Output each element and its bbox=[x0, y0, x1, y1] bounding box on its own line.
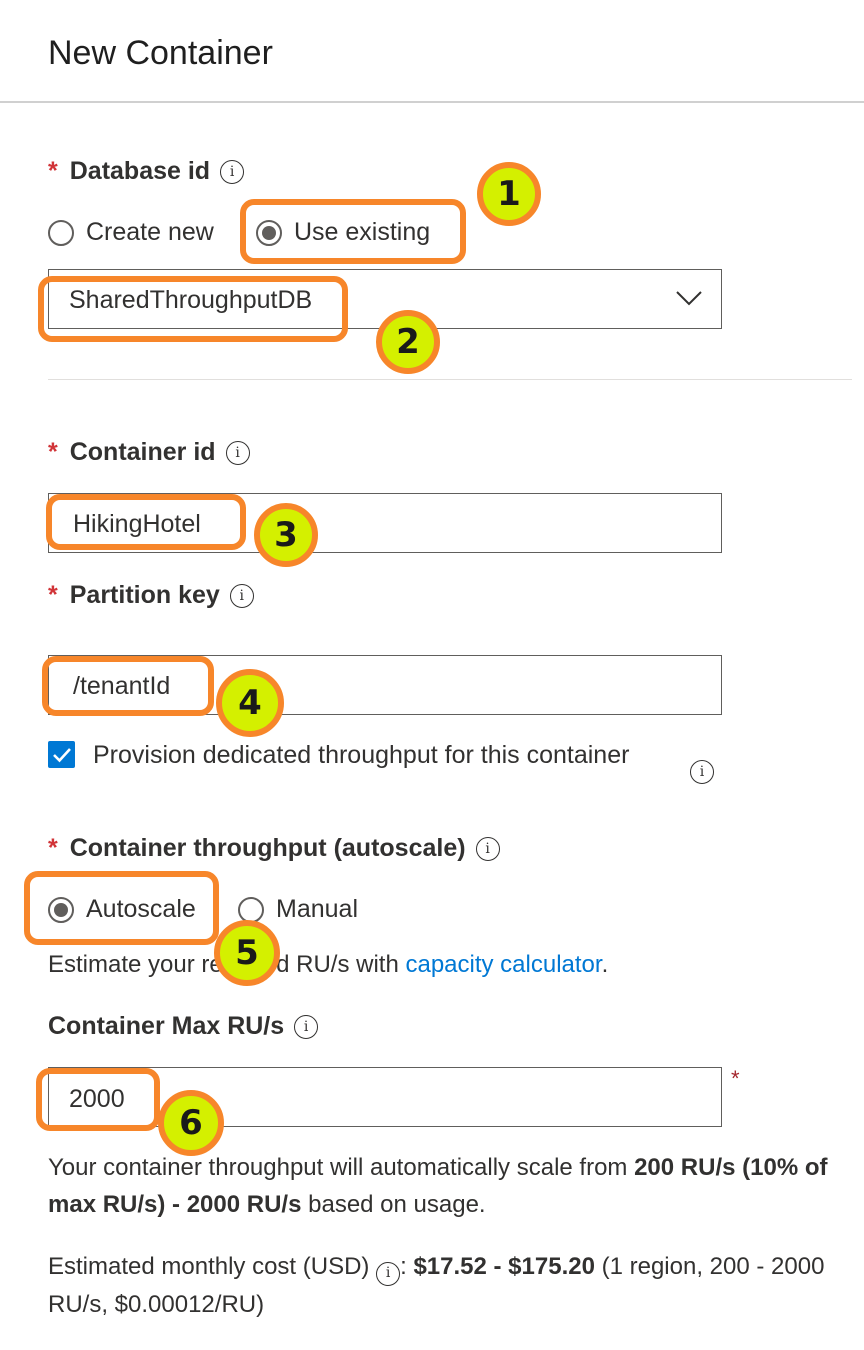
required-marker: * bbox=[48, 438, 58, 466]
radio-create-new[interactable]: Create new bbox=[48, 218, 214, 247]
autoscale-description: Your container throughput will automatic… bbox=[48, 1149, 848, 1223]
step-badge-2: 2 bbox=[376, 310, 440, 374]
radio-create-new-label: Create new bbox=[86, 218, 214, 246]
cost-colon: : bbox=[400, 1253, 414, 1280]
partition-key-label-text: Partition key bbox=[69, 581, 220, 609]
step-badge-5: 5 bbox=[214, 920, 280, 986]
database-id-label-text: Database id bbox=[69, 157, 211, 185]
scale-suffix: based on usage. bbox=[301, 1191, 486, 1218]
radio-unchecked-icon[interactable] bbox=[238, 896, 264, 923]
highlight-use-existing bbox=[240, 199, 466, 264]
cost-prefix: Estimated monthly cost (USD) bbox=[48, 1253, 377, 1280]
provision-label: Provision dedicated throughput for this … bbox=[93, 741, 630, 769]
info-icon[interactable]: i bbox=[376, 1261, 401, 1286]
highlight-autoscale bbox=[24, 871, 219, 945]
required-marker: * bbox=[48, 581, 58, 609]
info-icon[interactable]: i bbox=[690, 760, 714, 784]
estimate-text: Estimate your required RU/s with capacit… bbox=[48, 951, 608, 979]
header-divider bbox=[0, 101, 864, 103]
radio-manual-label: Manual bbox=[276, 895, 358, 923]
radio-unchecked-icon[interactable] bbox=[48, 219, 74, 246]
highlight-partition-value bbox=[42, 656, 214, 716]
cost-range: $17.52 - $175.20 bbox=[413, 1253, 595, 1280]
highlight-max-ru-value bbox=[36, 1068, 160, 1131]
step-badge-3: 3 bbox=[254, 503, 318, 567]
highlight-database-value bbox=[38, 276, 348, 342]
required-marker: * bbox=[48, 834, 58, 862]
step-badge-6: 6 bbox=[158, 1090, 224, 1156]
chevron-down-icon[interactable] bbox=[675, 290, 703, 306]
estimated-cost: Estimated monthly cost (USD) i: $17.52 -… bbox=[48, 1248, 848, 1323]
required-marker: * bbox=[731, 1066, 740, 1091]
max-ru-label: Container Max RU/s i bbox=[48, 1012, 319, 1041]
estimate-suffix: . bbox=[601, 951, 609, 978]
partition-key-label: * Partition key i bbox=[48, 581, 254, 610]
container-id-label: * Container id i bbox=[48, 438, 250, 467]
step-badge-4: 4 bbox=[216, 669, 284, 737]
database-id-label: * Database id i bbox=[48, 157, 245, 186]
info-icon[interactable]: i bbox=[225, 440, 250, 465]
info-icon[interactable]: i bbox=[229, 583, 254, 608]
step-badge-1: 1 bbox=[477, 162, 541, 226]
container-id-label-text: Container id bbox=[69, 438, 216, 466]
required-marker: * bbox=[48, 157, 58, 185]
panel-title: New Container bbox=[48, 34, 273, 72]
highlight-container-value bbox=[46, 494, 246, 550]
radio-manual[interactable]: Manual bbox=[238, 895, 358, 924]
info-icon[interactable]: i bbox=[294, 1014, 319, 1039]
section-divider bbox=[48, 379, 852, 380]
info-icon[interactable]: i bbox=[220, 159, 245, 184]
info-icon[interactable]: i bbox=[475, 836, 500, 861]
throughput-label: * Container throughput (autoscale) i bbox=[48, 834, 500, 863]
throughput-label-text: Container throughput (autoscale) bbox=[69, 834, 466, 862]
max-ru-label-text: Container Max RU/s bbox=[48, 1012, 285, 1040]
capacity-calculator-link[interactable]: capacity calculator bbox=[405, 951, 601, 978]
provision-checkbox[interactable] bbox=[48, 741, 75, 768]
checkmark-icon bbox=[52, 747, 71, 762]
scale-prefix: Your container throughput will automatic… bbox=[48, 1154, 635, 1181]
